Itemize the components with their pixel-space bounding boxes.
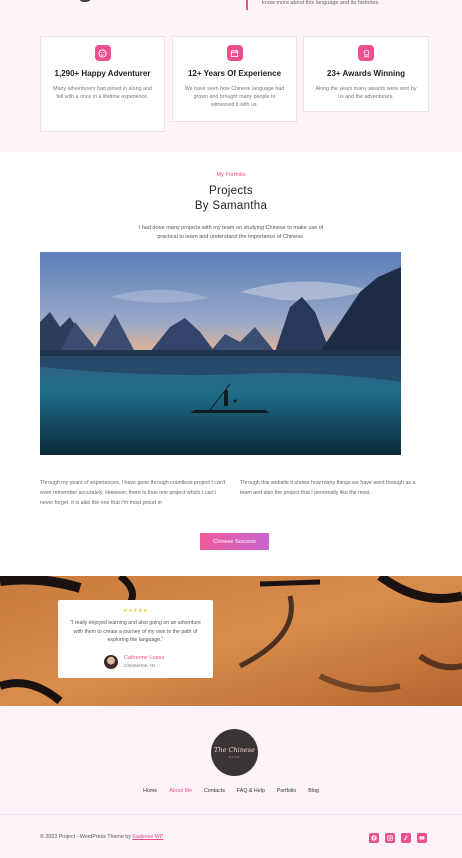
stat-title: 23+ Awards Winning <box>327 69 405 78</box>
quote-text: know more about this language and its hi… <box>262 0 380 6</box>
testimonial-section: ★★★★★ "I really enjoyed learning and als… <box>0 576 462 706</box>
avatar <box>104 655 118 669</box>
logo-script-text: The Chinese <box>214 746 255 754</box>
instagram-icon[interactable] <box>385 833 395 843</box>
footer-divider <box>0 814 462 815</box>
testimonial-author: Catherine Lopez Chesterton, IN <box>104 655 164 669</box>
calendar-icon <box>226 45 243 61</box>
award-icon <box>358 45 374 61</box>
footer-nav-contacts[interactable]: Contacts <box>204 788 225 794</box>
site-logo[interactable]: The Chinese PATH <box>211 729 258 776</box>
portfolio-right-text: Through this website it shows how many t… <box>240 480 416 496</box>
testimonial-quote: "I really enjoyed learning and also goin… <box>70 620 201 643</box>
testimonial-card: ★★★★★ "I really enjoyed learning and als… <box>58 600 213 678</box>
chinese-success-button[interactable]: Chinese Success <box>200 533 269 550</box>
portfolio-subtitle: I had done many projects with my team on… <box>138 225 324 240</box>
quote-accent-bar <box>246 0 248 10</box>
copyright: © 2023 Project - WordPress Theme by Kade… <box>40 834 163 840</box>
footer-nav: Home About Me Contacts FAQ & Help Portfo… <box>0 788 462 794</box>
footer-nav-home[interactable]: Home <box>143 788 157 794</box>
portfolio-landscape-image <box>40 252 401 455</box>
heading-fragment <box>78 0 92 2</box>
stat-title: 12+ Years Of Experience <box>187 69 282 78</box>
rating-stars: ★★★★★ <box>123 608 148 614</box>
portfolio-title-line2: By Samantha <box>194 200 268 212</box>
portfolio-title: Projects By Samantha <box>0 184 462 214</box>
footer-nav-blog[interactable]: Blog <box>308 788 319 794</box>
portfolio-left-text: Through my years of experiences, I have … <box>40 480 226 506</box>
footer-nav-portfolio[interactable]: Portfolio <box>277 788 296 794</box>
stat-card-awards: 23+ Awards Winning Along the years many … <box>303 36 429 112</box>
author-location: Chesterton, IN <box>124 664 155 669</box>
portfolio-eyebrow: My Portfolio <box>216 172 246 178</box>
footer-nav-about-me[interactable]: About Me <box>169 788 192 794</box>
author-name: Catherine Lopez <box>124 655 165 661</box>
kadence-link[interactable]: Kadence WP <box>132 834 163 840</box>
footer: The Chinese PATH Home About Me Contacts … <box>0 706 462 858</box>
stats-section: know more about this language and its hi… <box>0 0 462 152</box>
stat-card-experience: 12+ Years Of Experience We have seen how… <box>172 36 297 122</box>
stat-card-adventurers: 1,290+ Happy Adventurer Many adventurers… <box>40 36 165 132</box>
tiktok-icon[interactable] <box>401 833 411 843</box>
stat-title: 1,290+ Happy Adventurer <box>54 69 151 78</box>
stat-desc: We have seen how Chinese language had gr… <box>184 86 285 108</box>
social-links <box>369 833 427 843</box>
portfolio-title-line1: Projects <box>209 185 253 197</box>
footer-nav-faq[interactable]: FAQ & Help <box>237 788 265 794</box>
youtube-icon[interactable] <box>417 833 427 843</box>
copyright-text: © 2023 Project - WordPress Theme by <box>40 834 131 840</box>
stat-desc: Along the years many awards were won by … <box>315 86 417 100</box>
stat-desc: Many adventurers had joined in along and… <box>53 86 152 100</box>
logo-small-text: PATH <box>228 755 241 759</box>
facebook-icon[interactable] <box>369 833 379 843</box>
smile-icon <box>94 45 111 61</box>
